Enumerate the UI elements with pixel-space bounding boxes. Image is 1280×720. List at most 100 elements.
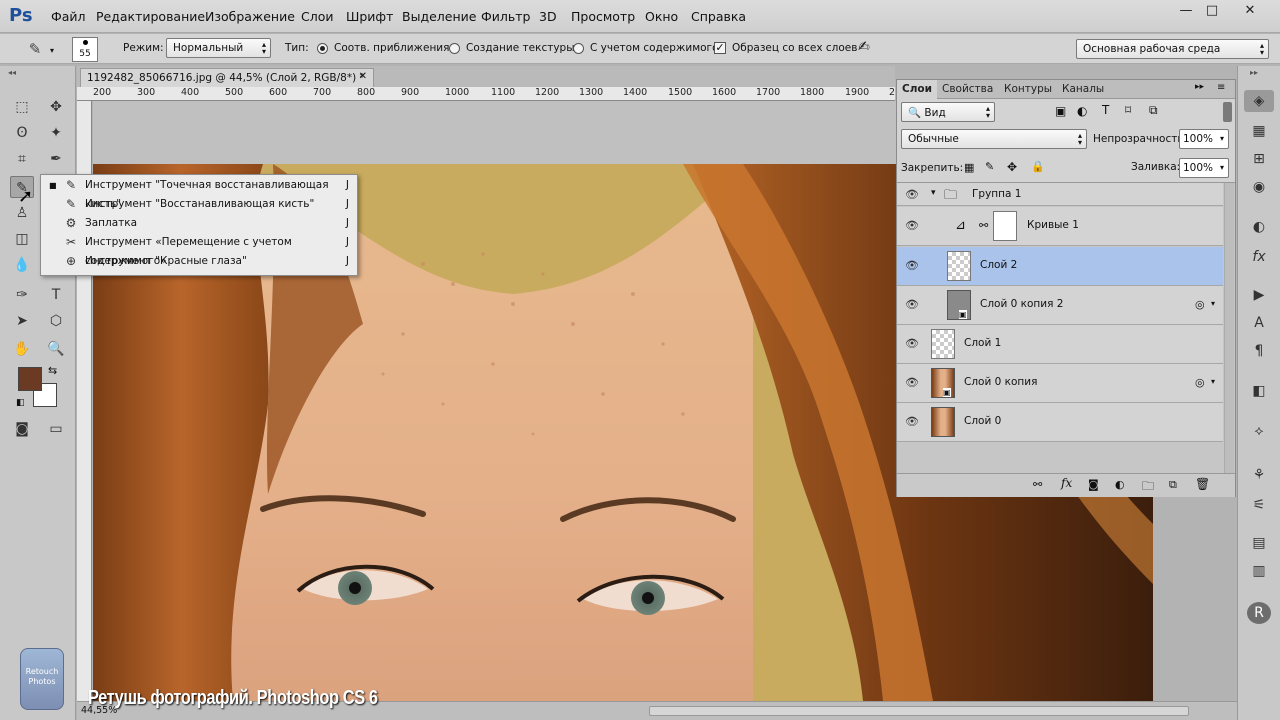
- close-tab-icon[interactable]: ✕: [359, 71, 367, 82]
- filter-toggle-icon[interactable]: [1223, 102, 1232, 122]
- flyout-item-patch[interactable]: ⚙ Заплатка J: [41, 214, 357, 233]
- lock-transparent-icon[interactable]: ▦: [964, 161, 974, 174]
- document-tab[interactable]: 1192482_85066716.jpg @ 44,5% (Слой 2, RG…: [80, 68, 374, 87]
- layer-filter-select[interactable]: 🔍 Вид ▴ ▾: [901, 102, 995, 122]
- path-selection-tool-icon[interactable]: ➤: [10, 310, 34, 332]
- collapse-dock-icon[interactable]: ▸▸: [1250, 68, 1258, 77]
- new-group-icon[interactable]: 🗀: [1142, 477, 1154, 498]
- menu-window[interactable]: Окно: [645, 9, 678, 24]
- hand-tool-icon[interactable]: ✋: [10, 338, 34, 360]
- smart-filter-icon[interactable]: ◎: [1195, 376, 1205, 389]
- screen-mode-icon[interactable]: ▭: [44, 418, 68, 440]
- filter-shape-icon[interactable]: ⌑: [1125, 103, 1131, 117]
- new-layer-icon[interactable]: ⧉: [1169, 478, 1177, 492]
- default-colors-icon[interactable]: ◧: [16, 398, 25, 408]
- maximize-button[interactable]: □: [1200, 2, 1224, 20]
- move-tool-icon[interactable]: ✥: [44, 96, 68, 118]
- flyout-item-spot-healing[interactable]: ■ ✎ Инструмент "Точечная восстанавливающ…: [41, 176, 357, 210]
- chevron-down-icon[interactable]: ▾: [1211, 299, 1215, 308]
- sample-all-checkbox[interactable]: ✓: [714, 42, 726, 54]
- zoom-tool-icon[interactable]: 🔍: [44, 338, 68, 360]
- eyedropper-tool-icon[interactable]: ✒: [44, 148, 68, 170]
- workspace-select[interactable]: Основная рабочая среда ▴ ▾: [1076, 39, 1269, 59]
- close-window-button[interactable]: ✕: [1238, 2, 1262, 20]
- panel-menu-icon[interactable]: ≡: [1217, 82, 1225, 93]
- pen-tool-icon[interactable]: ✑: [10, 284, 34, 306]
- lasso-tool-icon[interactable]: ʘ: [10, 122, 34, 144]
- blend-mode-select[interactable]: Обычные ▴ ▾: [901, 129, 1087, 149]
- visibility-eye-icon[interactable]: 👁: [905, 337, 919, 351]
- type-content-aware-radio[interactable]: [573, 43, 584, 54]
- menu-edit[interactable]: Редактирование: [96, 9, 205, 24]
- dock-adjustments-icon[interactable]: ◐: [1244, 216, 1274, 238]
- tab-properties[interactable]: Свойства: [937, 80, 998, 99]
- collapse-toolbox-icon[interactable]: ◂◂: [8, 68, 16, 77]
- dock-brush-icon[interactable]: ⟡: [1244, 420, 1274, 442]
- magic-wand-tool-icon[interactable]: ✦: [44, 122, 68, 144]
- minimize-button[interactable]: —: [1174, 2, 1198, 20]
- dock-swatches-icon[interactable]: ⊞: [1244, 148, 1274, 170]
- add-mask-icon[interactable]: ◙: [1088, 478, 1099, 491]
- dock-notes-icon[interactable]: ▤: [1244, 532, 1274, 554]
- visibility-eye-icon[interactable]: 👁: [905, 376, 919, 390]
- dock-navigator-icon[interactable]: ◧: [1244, 380, 1274, 402]
- dock-fx-icon[interactable]: fx: [1244, 246, 1274, 268]
- layer-list-scrollbar[interactable]: [1224, 183, 1234, 474]
- new-adjustment-icon[interactable]: ◐: [1115, 478, 1125, 491]
- dock-styles-icon[interactable]: ◉: [1244, 176, 1274, 198]
- fill-input[interactable]: 100% ▾: [1179, 158, 1229, 178]
- tab-layers[interactable]: Слои: [897, 80, 937, 99]
- eraser-tool-icon[interactable]: ◫: [10, 228, 34, 250]
- lock-pixels-icon[interactable]: ✎: [985, 160, 994, 173]
- dock-clone-source-icon[interactable]: ⚘: [1244, 464, 1274, 486]
- layer-row-group[interactable]: 👁 ▾ 🗀 Группа 1: [897, 183, 1223, 206]
- layer-row-layer0[interactable]: 👁 Слой 0: [897, 403, 1223, 442]
- swap-colors-icon[interactable]: ⇆: [48, 364, 57, 377]
- link-icon[interactable]: ⚯: [979, 219, 988, 232]
- chevron-down-icon[interactable]: ▾: [50, 46, 54, 55]
- link-layers-icon[interactable]: ⚯: [1033, 478, 1042, 491]
- dock-paragraph-icon[interactable]: ¶: [1244, 340, 1274, 362]
- pressure-size-icon[interactable]: ✍: [858, 39, 870, 55]
- visibility-eye-icon[interactable]: 👁: [905, 219, 919, 233]
- horizontal-scrollbar[interactable]: [649, 706, 1189, 716]
- filter-type-icon[interactable]: T: [1102, 103, 1109, 117]
- opacity-input[interactable]: 100% ▾: [1179, 129, 1229, 149]
- lock-position-icon[interactable]: ✥: [1007, 160, 1017, 174]
- filter-adjustment-icon[interactable]: ◐: [1077, 104, 1087, 118]
- tab-channels[interactable]: Каналы: [1057, 80, 1109, 99]
- type-texture-radio[interactable]: [449, 43, 460, 54]
- clone-stamp-tool-icon[interactable]: ♙: [10, 202, 34, 224]
- expand-arrow-icon[interactable]: ▾: [931, 188, 936, 198]
- dock-layers-icon[interactable]: ◈: [1244, 90, 1274, 112]
- dock-color-icon[interactable]: ▦: [1244, 120, 1274, 142]
- menu-filter[interactable]: Фильтр: [481, 9, 530, 24]
- layer-row-layer2[interactable]: 👁 Слой 2: [897, 247, 1223, 286]
- dock-character-icon[interactable]: A: [1244, 312, 1274, 334]
- tab-paths[interactable]: Контуры: [999, 80, 1057, 99]
- collapse-panel-icon[interactable]: ▸▸: [1195, 82, 1204, 92]
- layer-row-curves[interactable]: 👁 ⊿ ⚯ Кривые 1: [897, 207, 1223, 246]
- chevron-down-icon[interactable]: ▾: [1211, 377, 1215, 386]
- type-proximity-radio[interactable]: [317, 43, 328, 54]
- layer-mask-thumbnail[interactable]: [993, 211, 1017, 241]
- delete-layer-icon[interactable]: 🗑: [1195, 477, 1210, 491]
- healing-brush-preset-icon[interactable]: ✎: [22, 38, 48, 60]
- visibility-eye-icon[interactable]: 👁: [905, 415, 919, 429]
- flyout-item-healing-brush[interactable]: ✎ Инструмент "Восстанавливающая кисть" J: [41, 195, 357, 214]
- menu-select[interactable]: Выделение: [402, 9, 476, 24]
- visibility-eye-icon[interactable]: 👁: [905, 259, 919, 273]
- filter-smart-object-icon[interactable]: ⧉: [1149, 103, 1158, 118]
- layer-row-copy[interactable]: 👁 ▣ Слой 0 копия ◎ ▾: [897, 364, 1223, 403]
- menu-layers[interactable]: Слои: [301, 9, 334, 24]
- visibility-eye-icon[interactable]: 👁: [905, 188, 919, 202]
- quick-mask-icon[interactable]: ◙: [10, 418, 34, 440]
- dock-info-icon[interactable]: R: [1247, 602, 1271, 624]
- menu-help[interactable]: Справка: [691, 9, 746, 24]
- menu-3d[interactable]: 3D: [539, 9, 557, 24]
- blur-tool-icon[interactable]: 💧: [10, 254, 34, 276]
- marquee-tool-icon[interactable]: ⬚: [10, 96, 34, 118]
- crop-tool-icon[interactable]: ⌗: [10, 148, 34, 170]
- brush-size-picker[interactable]: 55: [72, 37, 98, 62]
- smart-filter-icon[interactable]: ◎: [1195, 298, 1205, 311]
